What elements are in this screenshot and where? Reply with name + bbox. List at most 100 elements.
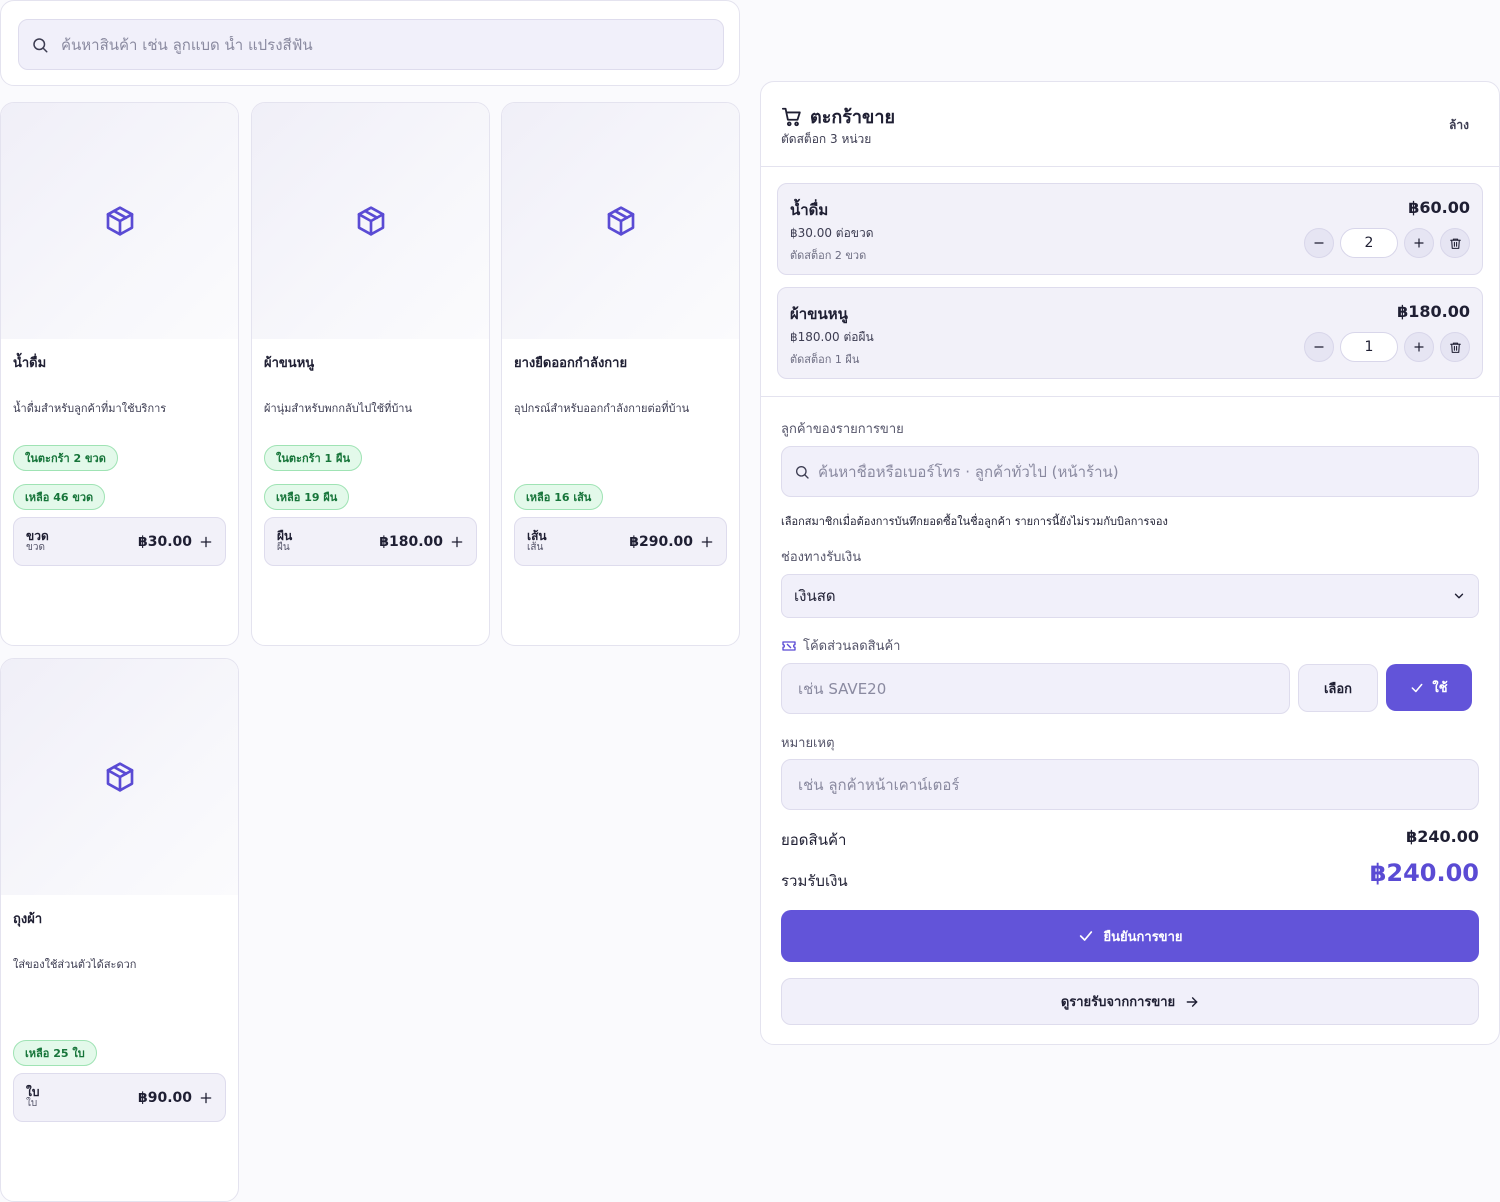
add-to-cart-button[interactable]: ขวด ขวด ฿30.00: [13, 517, 226, 566]
apply-coupon-button[interactable]: ใช้: [1386, 664, 1472, 711]
payment-label: ช่องทางรับเงิน: [781, 550, 862, 565]
remove-item-button[interactable]: [1440, 332, 1470, 362]
remove-item-button[interactable]: [1440, 228, 1470, 258]
total-label: รวมรับเงิน: [781, 872, 848, 890]
arrow-right-icon: [1185, 995, 1199, 1009]
coupon-field[interactable]: [781, 663, 1290, 714]
cart-item-name: ผ้าขนหนู: [790, 305, 848, 323]
customer-search-input[interactable]: [818, 462, 1462, 481]
plus-icon: [700, 535, 714, 549]
unit-label: ขวด: [26, 528, 49, 543]
product-name: น้ำดื่ม: [13, 356, 47, 371]
box-icon: [605, 205, 637, 237]
product-description: ผ้านุ่มสำหรับพกกลับไปใช้ที่บ้าน: [264, 402, 413, 415]
coupon-label: โค้ดส่วนลดสินค้า: [803, 639, 901, 654]
decrease-qty-button[interactable]: [1304, 332, 1334, 362]
cart-item-unit-price: ฿30.00 ต่อขวด: [790, 226, 874, 240]
product-image: [1, 103, 238, 339]
add-to-cart-button[interactable]: เส้น เส้น ฿290.00: [514, 517, 727, 566]
quantity-value[interactable]: 2: [1340, 228, 1398, 258]
product-card[interactable]: ผ้าขนหนู ผ้านุ่มสำหรับพกกลับไปใช้ที่บ้าน…: [251, 102, 490, 646]
product-description: ใส่ของใช้ส่วนตัวได้สะดวก: [13, 958, 137, 971]
cart-item-total: ฿60.00: [1408, 198, 1470, 217]
view-sales-income-button[interactable]: ดูรายรับจากการขาย: [781, 978, 1479, 1025]
unit-label: เส้น: [527, 528, 547, 543]
product-card[interactable]: ถุงผ้า ใส่ของใช้ส่วนตัวได้สะดวก เหลือ 25…: [0, 658, 239, 1202]
apply-coupon-label: ใช้: [1432, 681, 1448, 696]
product-name: ถุงผ้า: [13, 912, 43, 927]
stock-badge: เหลือ 16 เส้น: [514, 484, 604, 510]
confirm-sale-button[interactable]: ยืนยันการขาย: [781, 910, 1479, 962]
divider: [761, 396, 1499, 397]
product-card[interactable]: น้ำดื่ม น้ำดื่มสำหรับลูกค้าที่มาใช้บริกา…: [0, 102, 239, 646]
plus-icon: [1413, 341, 1425, 353]
note-input[interactable]: [798, 775, 1462, 794]
product-price: ฿90.00: [137, 1089, 192, 1106]
divider: [761, 166, 1499, 167]
search-icon: [794, 464, 810, 480]
product-price: ฿30.00: [137, 533, 192, 550]
product-image: [252, 103, 489, 339]
trash-icon: [1449, 237, 1462, 250]
product-price: ฿180.00: [379, 533, 443, 550]
product-image: [502, 103, 739, 339]
plus-icon: [199, 535, 213, 549]
decrease-qty-button[interactable]: [1304, 228, 1334, 258]
customer-search-box[interactable]: [781, 446, 1479, 497]
note-field[interactable]: [781, 759, 1479, 810]
in-cart-badge: ในตะกร้า 2 ขวด: [13, 445, 118, 471]
sales-cart-panel: ตะกร้าขาย ตัดสต็อก 3 หน่วย ล้าง น้ำดื่ม …: [760, 81, 1500, 1045]
plus-icon: [450, 535, 464, 549]
view-sales-income-label: ดูรายรับจากการขาย: [1060, 995, 1176, 1010]
product-description: น้ำดื่มสำหรับลูกค้าที่มาใช้บริการ: [13, 402, 167, 415]
cart-icon: [781, 106, 803, 128]
quantity-value[interactable]: 1: [1340, 332, 1398, 362]
check-icon: [1410, 681, 1424, 695]
chevron-down-icon: [1452, 589, 1466, 603]
unit-sub-label: เส้น: [527, 541, 544, 553]
stock-badge: เหลือ 46 ขวด: [13, 484, 106, 510]
box-icon: [355, 205, 387, 237]
unit-sub-label: ขวด: [26, 541, 45, 553]
stock-badge: เหลือ 19 ผืน: [264, 484, 350, 510]
product-search-panel: [0, 0, 740, 86]
increase-qty-button[interactable]: [1404, 228, 1434, 258]
cart-item-name: น้ำดื่ม: [790, 201, 829, 219]
add-to-cart-button[interactable]: ผืน ผืน ฿180.00: [264, 517, 477, 566]
payment-method-select[interactable]: เงินสด: [781, 574, 1479, 618]
increase-qty-button[interactable]: [1404, 332, 1434, 362]
cart-title: ตะกร้าขาย: [810, 107, 895, 128]
ticket-icon: [781, 638, 797, 654]
subtotal-value: ฿240.00: [1406, 827, 1479, 846]
cart-item-stock-note: ตัดสต็อก 1 ผืน: [790, 353, 860, 366]
stock-badge: เหลือ 25 ใบ: [13, 1040, 97, 1066]
cart-header: ตะกร้าขาย: [781, 102, 895, 131]
cart-item-unit-price: ฿180.00 ต่อผืน: [790, 330, 874, 344]
plus-icon: [199, 1091, 213, 1105]
product-name: ผ้าขนหนู: [264, 356, 315, 371]
coupon-input[interactable]: [798, 679, 1273, 698]
unit-sub-label: ใบ: [26, 1097, 38, 1109]
unit-sub-label: ผืน: [277, 541, 290, 553]
add-to-cart-button[interactable]: ใบ ใบ ฿90.00: [13, 1073, 226, 1122]
cart-subtitle: ตัดสต็อก 3 หน่วย: [781, 132, 872, 146]
product-search-box[interactable]: [18, 19, 724, 70]
product-card[interactable]: ยางยืดออกกำลังกาย อุปกรณ์สำหรับออกกำลังก…: [501, 102, 740, 646]
box-icon: [104, 205, 136, 237]
trash-icon: [1449, 341, 1462, 354]
total-value: ฿240.00: [1369, 859, 1479, 887]
cart-item: ผ้าขนหนู ฿180.00 ต่อผืน ตัดสต็อก 1 ผืน ฿…: [777, 287, 1483, 379]
cart-item-total: ฿180.00: [1397, 302, 1470, 321]
product-description: อุปกรณ์สำหรับออกกำลังกายต่อที่บ้าน: [514, 402, 690, 415]
product-name: ยางยืดออกกำลังกาย: [514, 356, 628, 371]
clear-cart-button[interactable]: ล้าง: [1449, 116, 1469, 135]
plus-icon: [1413, 237, 1425, 249]
unit-label: ผืน: [277, 528, 293, 543]
product-image: [1, 659, 238, 895]
product-search-input[interactable]: [61, 35, 723, 54]
minus-icon: [1313, 237, 1325, 249]
check-icon: [1078, 928, 1094, 944]
unit-label: ใบ: [26, 1084, 40, 1099]
customer-hint: เลือกสมาชิกเมื่อต้องการบันทึกยอดซื้อในชื…: [781, 515, 1168, 528]
pick-coupon-button[interactable]: เลือก: [1298, 664, 1378, 712]
